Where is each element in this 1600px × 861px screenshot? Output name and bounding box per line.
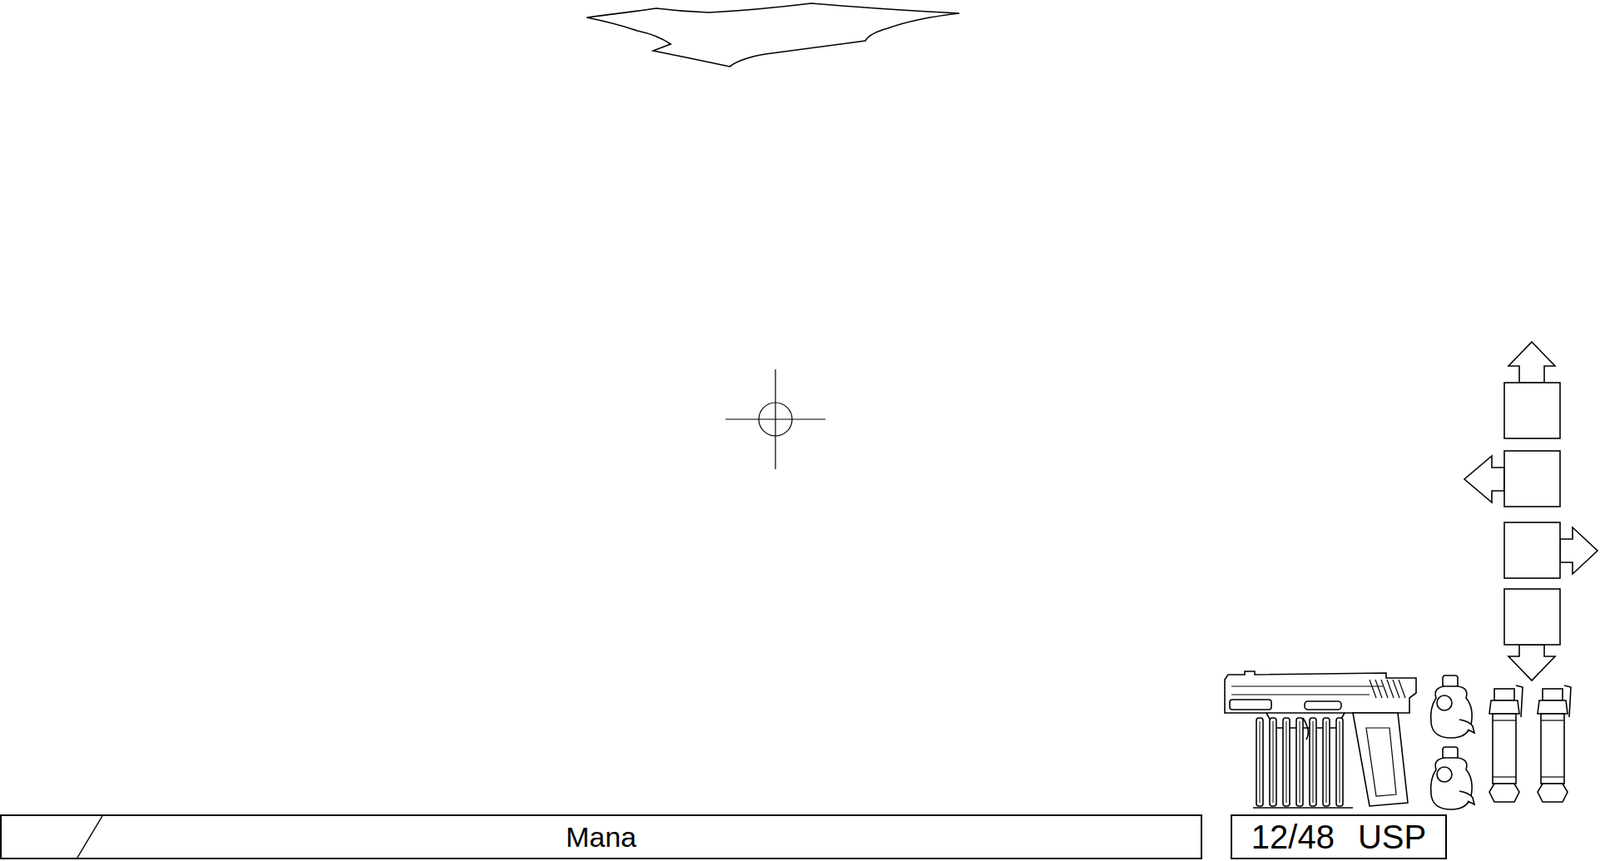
- flashbang-icon: [1426, 673, 1478, 740]
- mana-label: Mana: [565, 822, 637, 852]
- slot-right: [1504, 522, 1598, 579]
- crosshair-icon: [725, 369, 826, 470]
- direction-slots: [1460, 336, 1600, 687]
- slot-down: [1504, 589, 1561, 681]
- usp-pistol-icon: [1219, 669, 1422, 812]
- flashbang-column: [1426, 673, 1478, 812]
- smoke-column: [1482, 683, 1578, 812]
- slot-up: [1504, 341, 1561, 439]
- smoke-grenade-icon: [1530, 683, 1578, 805]
- ammo-count: 12/48: [1251, 820, 1335, 854]
- weapon-name: USP: [1357, 820, 1427, 854]
- weapon-inventory: [1219, 669, 1578, 812]
- ammo-box: 12/48 USP: [1230, 814, 1447, 860]
- flashbang-icon: [1426, 744, 1478, 812]
- game-hud: Mana 12/48 USP: [0, 0, 1600, 861]
- mana-bar: Mana: [0, 814, 1203, 860]
- slot-left: [1464, 450, 1561, 507]
- smoke-grenade-icon: [1482, 683, 1530, 805]
- sky-banner-icon: [582, 0, 966, 75]
